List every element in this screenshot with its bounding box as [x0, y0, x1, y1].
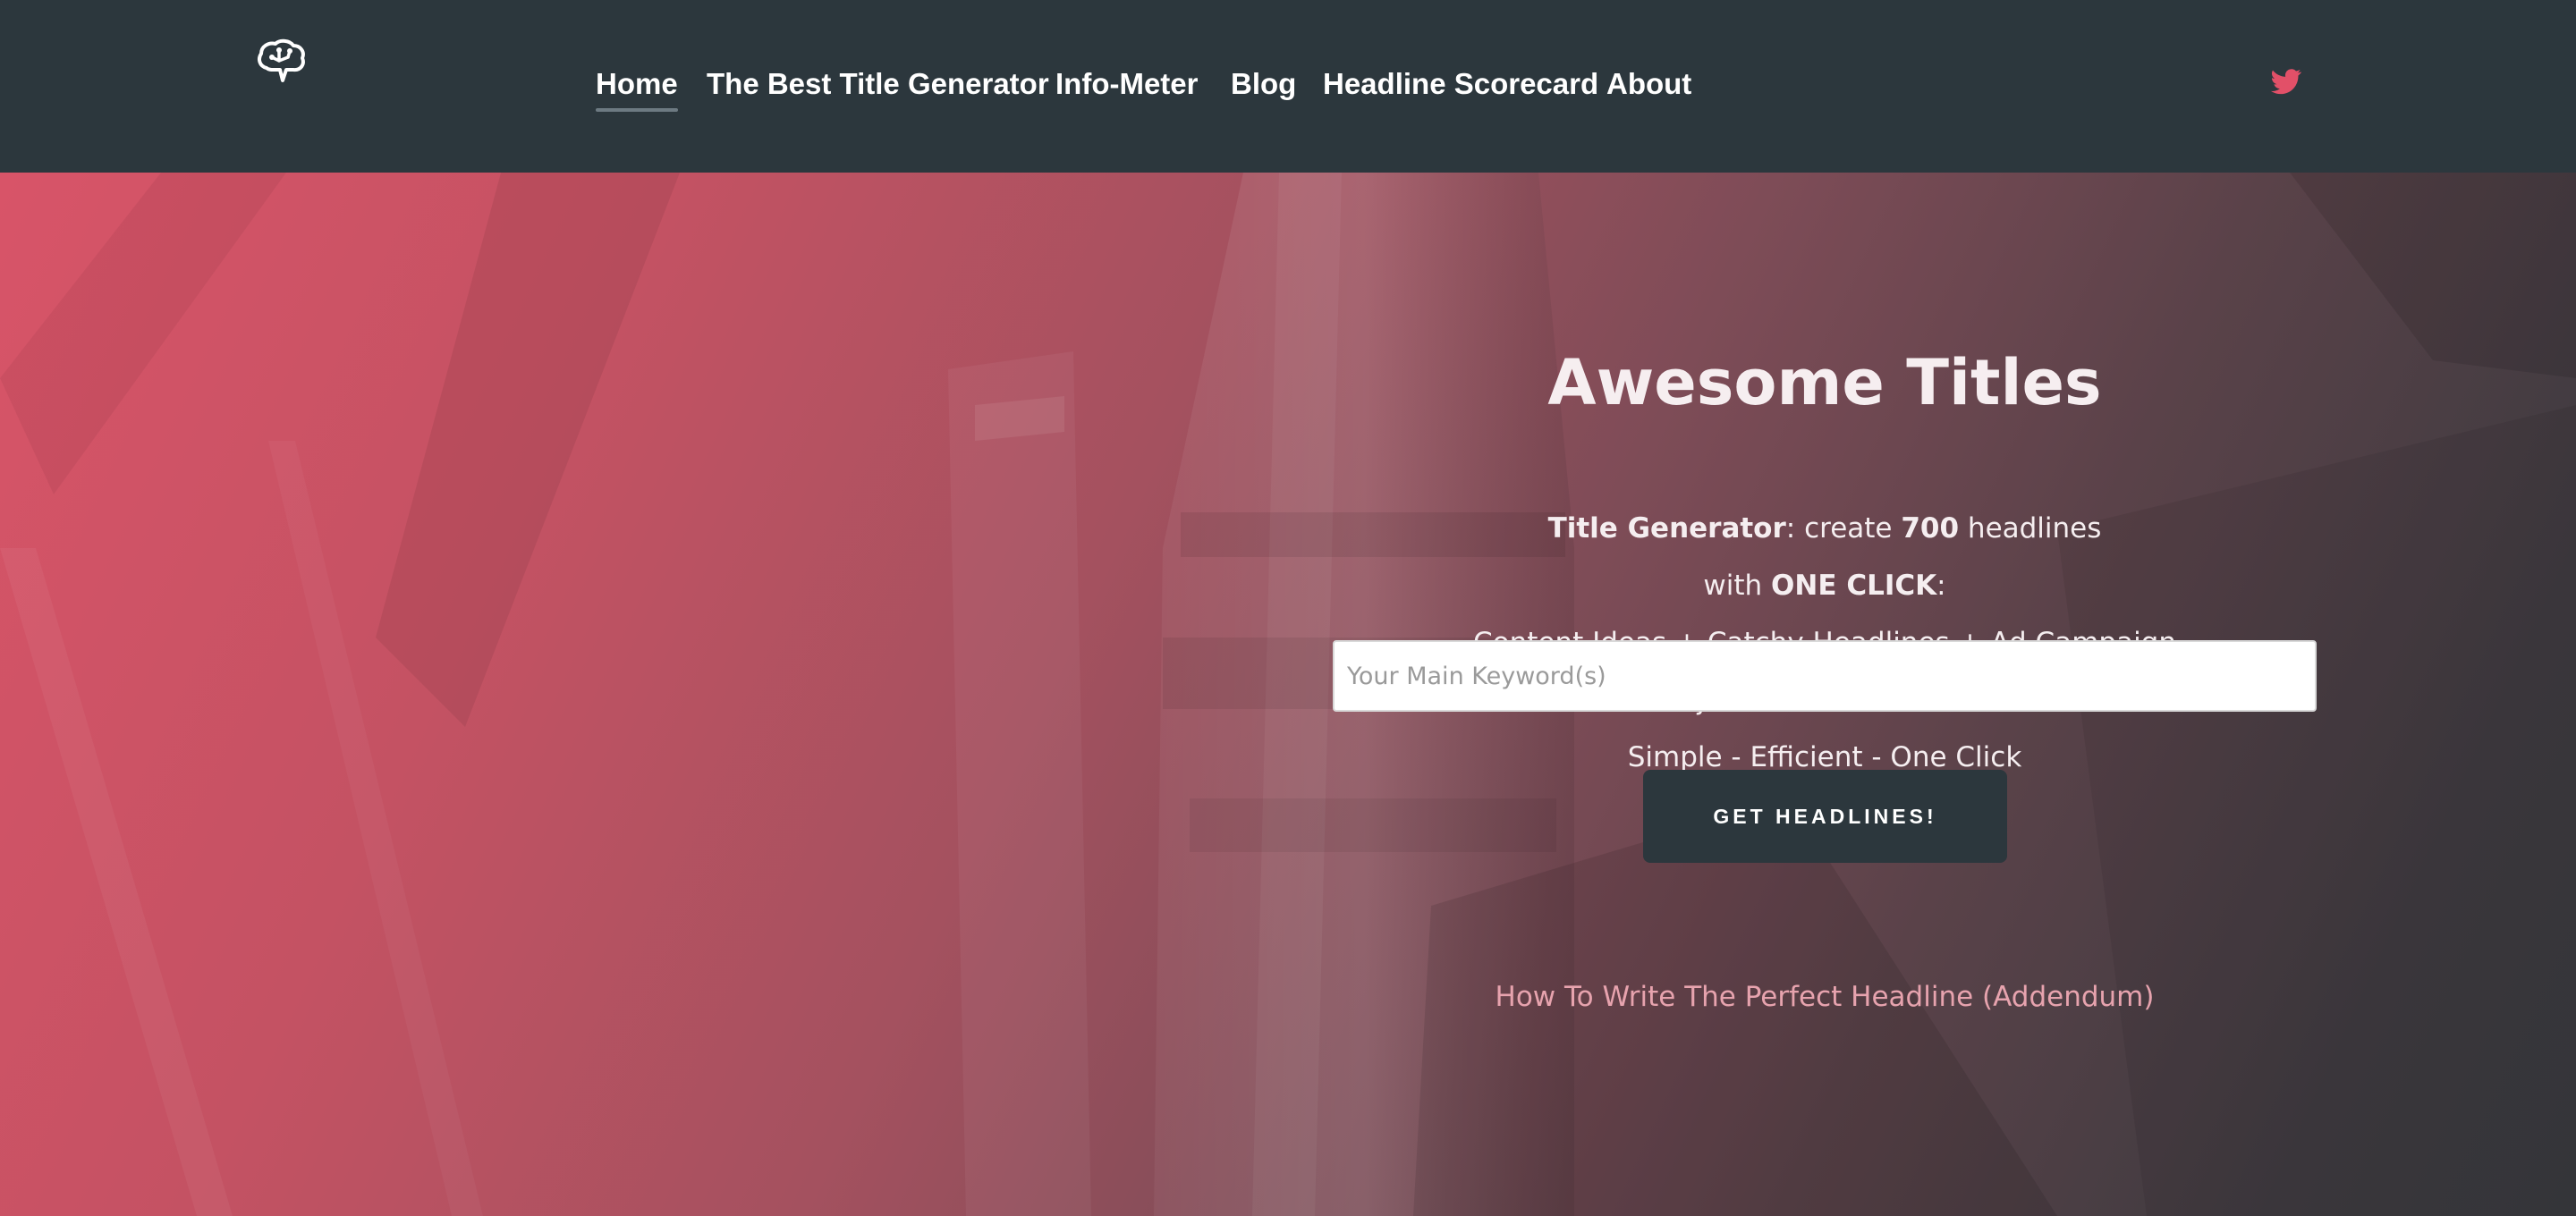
addendum-link[interactable]: How To Write The Perfect Headline (Adden… [1333, 977, 2317, 1017]
hero-line-2-text-1: with [1703, 570, 1772, 602]
page-title: Awesome Titles [1547, 346, 2102, 419]
nav-headline-scorecard[interactable]: Headline Scorecard [1323, 64, 1598, 104]
nav-best-title-generator[interactable]: The Best Title Generator [707, 64, 1049, 104]
nav-about[interactable]: About [1606, 64, 1691, 104]
nav-home[interactable]: Home [596, 64, 678, 112]
hero-line-1-strong-2: 700 [1901, 512, 1960, 545]
nav-info-meter[interactable]: Info-Meter [1055, 64, 1199, 104]
hero-line-2-strong: ONE CLICK [1771, 570, 1937, 602]
site-header: Home The Best Title Generator Info-Meter… [0, 0, 2576, 173]
hero-line-1-strong-1: Title Generator [1547, 512, 1786, 545]
hero-line-1-text-1: : create [1785, 512, 1902, 545]
hero-line-1: Title Generator: create 700 headlines [1333, 500, 2317, 557]
hero-line-2: with ONE CLICK: [1333, 557, 2317, 614]
nav-blog[interactable]: Blog [1231, 64, 1296, 104]
hero-line-2-text-2: : [1936, 570, 1946, 602]
keyword-input[interactable] [1333, 640, 2317, 712]
get-headlines-button[interactable]: GET HEADLINES! [1643, 770, 2007, 863]
main-nav: Home The Best Title Generator Info-Meter… [0, 0, 2576, 173]
hero-line-1-text-2: headlines [1959, 512, 2102, 545]
twitter-icon[interactable] [2271, 66, 2301, 97]
